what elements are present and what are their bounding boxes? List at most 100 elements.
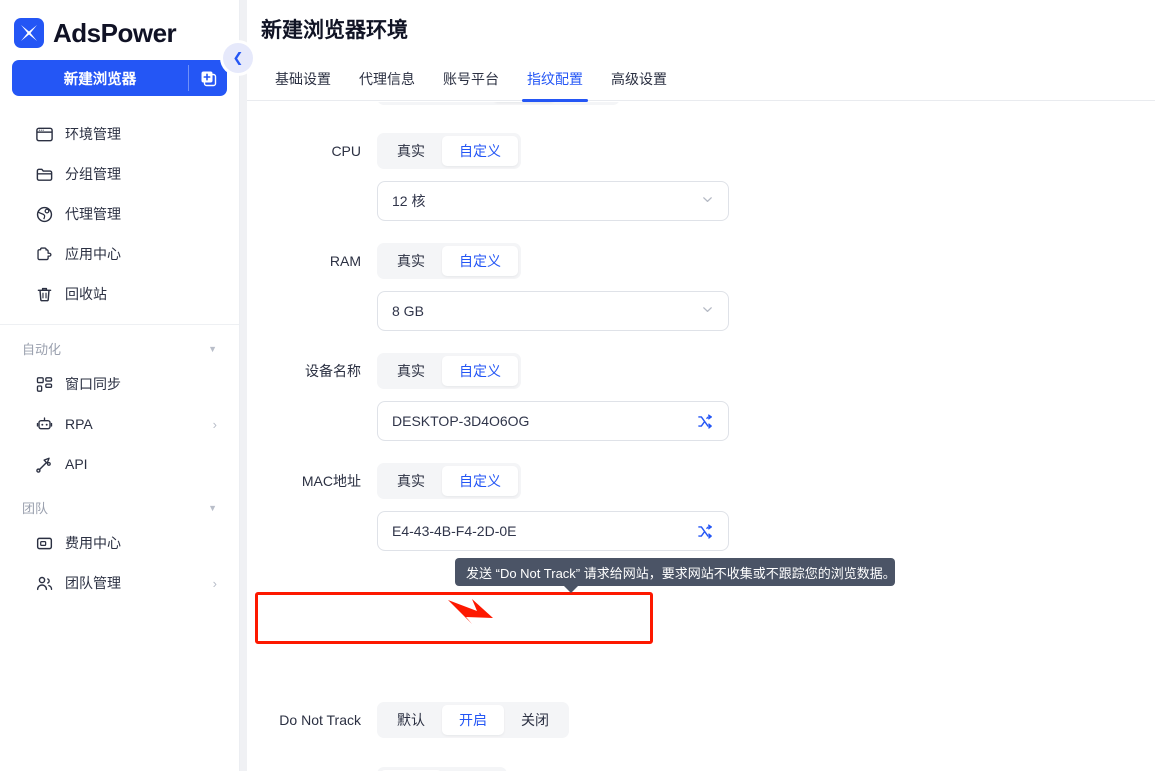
- sidebar-item-label: 费用中心: [65, 535, 121, 551]
- segmented-control-cpu: 真实 自定义: [377, 133, 521, 169]
- billing-card-icon: [34, 533, 54, 553]
- sidebar-item-appcenter[interactable]: 应用中心: [0, 234, 239, 274]
- sidebar-item-billing[interactable]: 费用中心: [0, 523, 239, 563]
- sidebar-item-label: 回收站: [65, 286, 107, 302]
- new-browser-button-label: 新建浏览器: [63, 71, 137, 88]
- sidebar-item-environment[interactable]: 环境管理: [0, 114, 239, 154]
- fingerprint-form: WebGPU 基于 WebGL 真实 禁用 CPU: [247, 102, 1155, 551]
- robot-icon: [34, 414, 54, 434]
- form-label-webgpu: WebGPU: [247, 102, 377, 105]
- form-label-port-scan-protection: 端口扫描保护: [247, 767, 377, 771]
- device-name-value: DESKTOP-3D4O6OG: [392, 413, 530, 429]
- tab-proxy-info[interactable]: 代理信息: [345, 57, 429, 101]
- nav-team: 费用中心 团队管理 ›: [0, 523, 239, 603]
- form-field-device-name: 真实 自定义 DESKTOP-3D4O6OG: [377, 353, 1155, 441]
- shuffle-icon[interactable]: [697, 523, 714, 540]
- sidebar-item-label: 应用中心: [65, 246, 121, 262]
- sidebar-item-group[interactable]: 分组管理: [0, 154, 239, 194]
- segment-mac-address-custom[interactable]: 自定义: [442, 466, 518, 496]
- segment-device-name-custom[interactable]: 自定义: [442, 356, 518, 386]
- form-label-ram: RAM: [329, 253, 361, 269]
- ram-size-value: 8 GB: [392, 303, 424, 319]
- form-field-port-scan-protection: 启用 关闭 选填，允许被扫描的端口: [377, 767, 1155, 771]
- sidebar-collapse-button[interactable]: ❮: [223, 43, 253, 73]
- cpu-cores-select[interactable]: 12 核: [377, 181, 729, 221]
- form-row-cpu: CPU 真实 自定义 12 核: [247, 133, 1155, 221]
- sidebar-section-title: 团队: [22, 501, 49, 516]
- globe-pin-icon: [34, 204, 54, 224]
- sidebar-item-window-sync[interactable]: 窗口同步: [0, 364, 239, 404]
- puzzle-icon: [34, 244, 54, 264]
- form-row-mac-address: MAC地址 真实 自定义 E4-43-4B-F4-2D-0E: [247, 463, 1155, 551]
- segment-dnt-default[interactable]: 默认: [380, 705, 442, 735]
- api-icon: [34, 454, 54, 474]
- form-field-ram: 真实 自定义 8 GB: [377, 243, 1155, 331]
- form-row-port-scan-protection: 端口扫描保护 启用 关闭 选填，允许被扫描的端口: [247, 767, 1155, 771]
- new-browser-button-wrap: 新建浏览器: [0, 52, 239, 106]
- team-people-icon: [34, 573, 54, 593]
- form-field-webgpu: 基于 WebGL 真实 禁用: [377, 102, 1155, 105]
- chevron-down-icon: [701, 303, 714, 319]
- caret-down-icon[interactable]: ▼: [208, 503, 217, 513]
- folder-icon: [34, 164, 54, 184]
- cpu-cores-value: 12 核: [392, 193, 426, 209]
- sidebar-section-team-header[interactable]: 团队 ▼: [0, 484, 239, 523]
- segment-cpu-real[interactable]: 真实: [380, 136, 442, 166]
- form-row-ram: RAM 真实 自定义 8 GB: [247, 243, 1155, 331]
- segment-ram-custom[interactable]: 自定义: [442, 246, 518, 276]
- tab-label: 账号平台: [443, 70, 499, 87]
- shuffle-icon[interactable]: [697, 413, 714, 430]
- segmented-control-device-name: 真实 自定义: [377, 353, 521, 389]
- tab-bar: 基础设置 代理信息 账号平台 指纹配置 高级设置: [247, 57, 1155, 102]
- tab-label: 代理信息: [359, 70, 415, 87]
- sidebar-section-automation-header[interactable]: 自动化 ▼: [0, 325, 239, 364]
- tab-basic-settings[interactable]: 基础设置: [261, 57, 345, 101]
- mac-address-input[interactable]: E4-43-4B-F4-2D-0E: [377, 511, 729, 551]
- browser-window-icon: [34, 124, 54, 144]
- device-name-input[interactable]: DESKTOP-3D4O6OG: [377, 401, 729, 441]
- page-title: 新建浏览器环境: [247, 0, 1155, 57]
- tab-label: 基础设置: [275, 70, 331, 87]
- sidebar-item-proxy[interactable]: 代理管理: [0, 194, 239, 234]
- sidebar-item-rpa[interactable]: RPA ›: [0, 404, 239, 444]
- segment-device-name-real[interactable]: 真实: [380, 356, 442, 386]
- tab-label: 指纹配置: [527, 70, 583, 87]
- segmented-control-webgpu: 基于 WebGL 真实 禁用: [377, 102, 621, 105]
- brand: AdsPower: [0, 0, 239, 52]
- sidebar-item-label: 窗口同步: [65, 376, 121, 392]
- ram-size-select[interactable]: 8 GB: [377, 291, 729, 331]
- tab-account-platform[interactable]: 账号平台: [429, 57, 513, 101]
- sidebar-item-label: 团队管理: [65, 575, 121, 591]
- sidebar-item-team-management[interactable]: 团队管理 ›: [0, 563, 239, 603]
- segment-mac-address-real[interactable]: 真实: [380, 466, 442, 496]
- segment-cpu-custom[interactable]: 自定义: [442, 136, 518, 166]
- segment-dnt-on[interactable]: 开启: [442, 705, 504, 735]
- sidebar-item-label: API: [65, 456, 88, 472]
- tab-fingerprint-config[interactable]: 指纹配置: [513, 57, 597, 102]
- sidebar-item-recyclebin[interactable]: 回收站: [0, 274, 239, 314]
- segment-dnt-off[interactable]: 关闭: [504, 705, 566, 735]
- segment-ram-real[interactable]: 真实: [380, 246, 442, 276]
- sidebar-item-label: 分组管理: [65, 166, 121, 182]
- do-not-track-tooltip: 发送 “Do Not Track” 请求给网站，要求网站不收集或不跟踪您的浏览数…: [455, 558, 896, 593]
- form-label-device-name: 设备名称: [305, 363, 361, 379]
- sidebar-item-api[interactable]: API: [0, 444, 239, 484]
- caret-down-icon[interactable]: ▼: [208, 344, 217, 354]
- form-row-device-name: 设备名称 真实 自定义 DESKTOP-3D4O6OG: [247, 353, 1155, 441]
- new-browser-button[interactable]: 新建浏览器: [12, 60, 227, 96]
- brand-name: AdsPower: [53, 17, 177, 48]
- adspower-logo-icon: [14, 18, 44, 48]
- nav-primary: 环境管理 分组管理 代理管理 应用中心 回收站: [0, 106, 239, 318]
- form-row-webgpu: WebGPU 基于 WebGL 真实 禁用: [247, 102, 1155, 105]
- chevron-right-icon: ›: [212, 575, 217, 591]
- window-sync-icon: [34, 374, 54, 394]
- tab-label: 高级设置: [611, 70, 667, 87]
- form-scroll-region[interactable]: WebGPU 基于 WebGL 真实 禁用 CPU: [247, 102, 1155, 771]
- tab-advanced-settings[interactable]: 高级设置: [597, 57, 681, 101]
- app-root: AdsPower 新建浏览器 环境管理 分组管理 代理管理 应用中心 回收站 自…: [0, 0, 1155, 771]
- sidebar-section-title: 自动化: [22, 342, 62, 357]
- add-square-icon[interactable]: [189, 60, 227, 96]
